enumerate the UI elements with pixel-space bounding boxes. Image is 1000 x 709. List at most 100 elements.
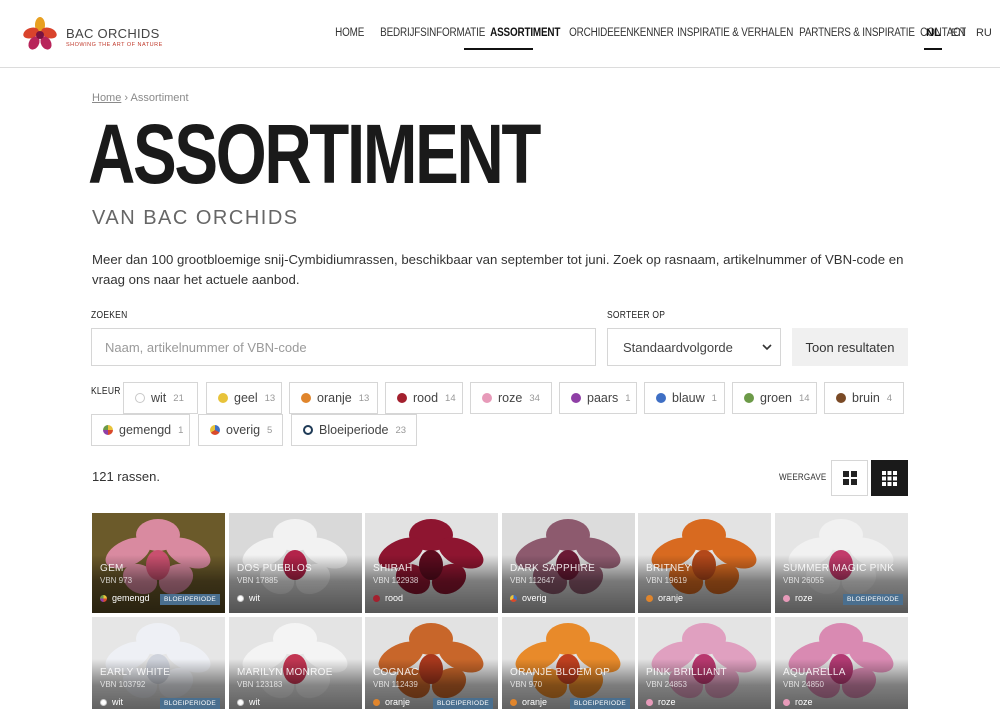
chip-count: 13: [358, 392, 370, 404]
product-card[interactable]: SUMMER MAGIC PINK VBN 26055 roze BLOEIPERIO…: [775, 513, 908, 613]
bloom-period-badge: BLOEIPERIODE: [842, 594, 903, 605]
product-name: SUMMER MAGIC PINK: [783, 563, 895, 574]
color-dot-icon: [656, 393, 666, 403]
color-filter-chip-blauw[interactable]: blauw 1: [644, 382, 725, 414]
bloom-period-badge: BLOEIPERIODE: [159, 594, 220, 605]
color-filter-chip-groen[interactable]: groen 14: [732, 382, 817, 414]
breadcrumb-home-link[interactable]: Home: [92, 92, 121, 104]
product-vbn-code: VBN 123183: [237, 680, 283, 689]
nav-item-home[interactable]: HOME: [330, 27, 369, 51]
bloom-period-badge: BLOEIPERIODE: [569, 698, 630, 709]
chip-label: groen: [760, 391, 792, 405]
lang-ru[interactable]: RU: [976, 27, 992, 39]
product-color-label: wit: [112, 697, 123, 707]
color-filter-chip-rood[interactable]: rood 14: [385, 382, 463, 414]
product-card[interactable]: COGNAC VBN 112439 oranje BLOEIPERIODE: [365, 617, 498, 709]
color-filter-chip-wit[interactable]: wit 21: [123, 382, 198, 414]
color-dot-icon: [646, 594, 653, 602]
product-card[interactable]: AQUARELLA VBN 24850 roze: [775, 617, 908, 709]
bloom-period-ring-icon: [303, 425, 313, 435]
search-input[interactable]: [91, 328, 596, 366]
color-filter-chip-bloeiperiode[interactable]: Bloeiperiode 23: [291, 414, 417, 446]
color-filter-chip-paars[interactable]: paars 1: [559, 382, 637, 414]
product-color-label: roze: [795, 593, 813, 603]
lang-en[interactable]: EN: [951, 27, 966, 39]
product-card[interactable]: ORANJE BLOEM OP VBN 970 oranje BLOEIPERIODE: [502, 617, 635, 709]
show-results-button[interactable]: Toon resultaten: [792, 328, 908, 366]
color-dot-icon: [373, 594, 380, 602]
chip-count: 14: [798, 392, 810, 404]
color-filter-chip-geel[interactable]: geel 13: [206, 382, 282, 414]
product-name: BRITNEY: [646, 563, 692, 574]
product-vbn-code: VBN 112439: [373, 680, 418, 689]
language-switcher: NL EN RU: [926, 27, 992, 39]
chip-count: 13: [264, 392, 276, 404]
brand-logo[interactable]: BAC ORCHIDS SHOWING THE ART OF NATURE: [18, 14, 162, 54]
nav-item-orchidee-nkenner[interactable]: ORCHIDEEËNKENNER: [564, 27, 679, 51]
chip-count: 1: [625, 392, 631, 404]
chip-label: rood: [413, 391, 439, 405]
search-label: ZOEKEN: [91, 310, 128, 321]
product-card[interactable]: EARLY WHITE VBN 103792 wit BLOEIPERIODE: [92, 617, 225, 709]
product-color: roze: [646, 697, 676, 707]
color-dot-icon: [571, 393, 581, 403]
lang-nl[interactable]: NL: [926, 27, 941, 39]
product-color-label: wit: [249, 593, 260, 603]
product-name: PINK BRILLIANT: [646, 667, 727, 678]
product-color-label: wit: [249, 697, 260, 707]
color-dot-icon: [373, 698, 380, 706]
product-color-label: overig: [522, 593, 547, 603]
product-card[interactable]: BRITNEY VBN 19619 oranje: [638, 513, 771, 613]
product-color-label: roze: [795, 697, 813, 707]
color-dot-icon: [646, 698, 653, 706]
view-small-grid-button[interactable]: [871, 460, 908, 496]
color-filter-chip-oranje[interactable]: oranje 13: [289, 382, 378, 414]
color-filter-chip-overig[interactable]: overig 5: [198, 414, 283, 446]
product-color: oranje: [373, 697, 410, 707]
mixed-color-dot-icon: [100, 594, 107, 602]
product-color-label: roze: [658, 697, 676, 707]
product-card[interactable]: DOS PUEBLOS VBN 17885 wit: [229, 513, 362, 613]
product-card[interactable]: GEM VBN 973 gemengd BLOEIPERIODE: [92, 513, 225, 613]
other-color-dot-icon: [510, 594, 517, 602]
chip-count: 21: [173, 392, 184, 404]
product-name: MARILYN MONROE: [237, 667, 333, 678]
product-name: AQUARELLA: [783, 667, 846, 678]
intro-text: Meer dan 100 grootbloemige snij-Cymbidiu…: [92, 252, 904, 287]
chip-label: geel: [234, 391, 258, 405]
breadcrumb-separator: ›: [124, 92, 129, 104]
chip-label: Bloeiperiode: [319, 423, 389, 437]
product-vbn-code: VBN 24853: [646, 680, 687, 689]
product-card[interactable]: MARILYN MONROE VBN 123183 wit: [229, 617, 362, 709]
product-vbn-code: VBN 112647: [510, 576, 555, 585]
color-filter-chip-gemengd[interactable]: gemengd 1: [91, 414, 190, 446]
color-dot-icon: [237, 594, 244, 602]
color-dot-icon: [482, 393, 492, 403]
product-color-label: oranje: [522, 697, 548, 707]
product-color: oranje: [510, 697, 547, 707]
sort-selected-value: Standaardvolgorde: [623, 339, 733, 355]
page-title: ASSORTIMENT: [88, 107, 541, 201]
color-filter-chip-roze[interactable]: roze 34: [470, 382, 552, 414]
chevron-down-icon: [762, 344, 772, 351]
color-dot-icon: [237, 698, 244, 706]
sort-select[interactable]: Standaardvolgorde: [607, 328, 781, 366]
product-card[interactable]: PINK BRILLIANT VBN 24853 roze: [638, 617, 771, 709]
product-card[interactable]: DARK SAPPHIRE VBN 112647 overig: [502, 513, 635, 613]
view-large-grid-button[interactable]: [831, 460, 868, 496]
color-dot-icon: [836, 393, 846, 403]
chip-label: paars: [587, 391, 619, 405]
chip-label: overig: [226, 423, 261, 437]
color-filter-chip-bruin[interactable]: bruin 4: [824, 382, 904, 414]
other-color-dot-icon: [210, 425, 220, 435]
chip-count: 1: [178, 424, 184, 436]
product-color: wit: [100, 697, 123, 707]
breadcrumb: Home › Assortiment: [92, 92, 189, 104]
color-dot-icon: [301, 393, 311, 403]
product-color: gemengd: [100, 593, 150, 603]
nav-item-partners-inspiratie[interactable]: PARTNERS & INSPIRATIE: [794, 27, 920, 51]
product-card[interactable]: SHIRAH VBN 122938 rood: [365, 513, 498, 613]
nav-item-inspiratie-verhalen[interactable]: INSPIRATIE & VERHALEN: [672, 27, 798, 51]
chip-count: 5: [267, 424, 273, 436]
product-color: wit: [237, 593, 260, 603]
